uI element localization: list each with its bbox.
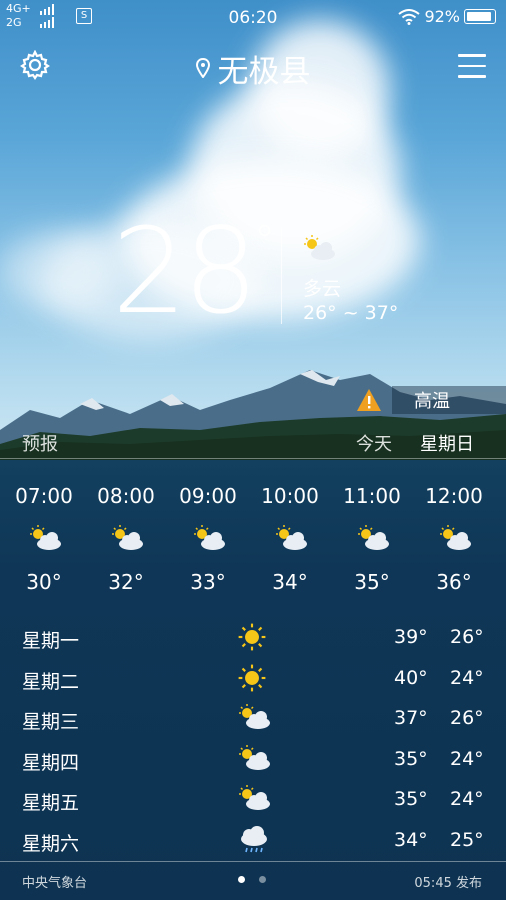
location-pin-icon: [195, 58, 210, 78]
location-title[interactable]: 无极县: [0, 46, 506, 91]
partly-sunny-icon: [236, 703, 272, 736]
forecast-label: 预报: [22, 434, 58, 455]
day-row[interactable]: 星期三 37° 26°: [0, 704, 506, 747]
divider: [0, 458, 506, 459]
location-name: 无极县: [217, 54, 311, 90]
day-high: 37°: [394, 707, 428, 729]
tab-today[interactable]: 今天: [356, 430, 392, 456]
data-source: 中央气象台: [22, 876, 88, 891]
partly-sunny-icon: [236, 784, 272, 817]
hour-item: 09:00 33°: [167, 484, 249, 594]
current-temperature: 28°: [112, 202, 275, 340]
hour-time: 07:00: [15, 484, 73, 508]
day-name: 星期五: [22, 792, 80, 814]
temperature-range: 26° ~ 37°: [303, 302, 399, 324]
day-high: 35°: [394, 747, 428, 770]
hour-item: 10:00 34°: [249, 484, 331, 594]
hour-item: 12:00 36°: [413, 484, 495, 594]
hour-time: 09:00: [179, 484, 237, 508]
divider: [281, 228, 282, 324]
header: 无极县: [0, 40, 506, 92]
day-high: 35°: [394, 788, 428, 810]
partly-sunny-icon: [273, 524, 309, 556]
day-name: 星期四: [22, 751, 80, 774]
publish-time: 05:45 发布: [414, 876, 482, 891]
day-low: 24°: [450, 788, 484, 810]
page-indicator[interactable]: [238, 876, 266, 883]
day-low: 24°: [450, 747, 484, 770]
day-name: 星期二: [22, 670, 80, 693]
day-low: 24°: [450, 666, 484, 689]
hour-temp: 32°: [108, 570, 144, 594]
hour-temp: 35°: [354, 570, 390, 594]
partly-sunny-icon: [355, 524, 391, 556]
hour-item: 08:00 32°: [85, 484, 167, 594]
warning-triangle-icon: [357, 389, 381, 411]
partly-sunny-icon: [27, 524, 63, 556]
tab-weekday[interactable]: 星期日: [420, 430, 474, 456]
current-condition: 多云: [303, 278, 342, 300]
day-name: 星期一: [22, 630, 80, 652]
hour-time: 12:00: [425, 484, 483, 508]
rain-cloud-icon: [236, 825, 272, 862]
day-low: 25°: [450, 828, 484, 851]
day-low: 26°: [450, 626, 484, 648]
status-bar: 4G+ 2G S 06:20 92%: [0, 0, 506, 34]
hour-temp: 33°: [190, 570, 226, 594]
battery-icon: [464, 9, 496, 24]
menu-icon[interactable]: [458, 54, 486, 78]
hour-item: 07:00 30°: [3, 484, 85, 594]
day-row[interactable]: 星期四 35° 24°: [0, 744, 506, 788]
hour-item: 11:00 35°: [331, 484, 413, 594]
partly-sunny-icon: [109, 524, 145, 556]
page-dot-1[interactable]: [238, 876, 245, 883]
degree-sign: °: [254, 216, 275, 265]
partly-sunny-icon: [191, 524, 227, 556]
footer: 中央气象台 05:45 发布: [0, 862, 506, 900]
forecast-tabs: 预报 今天 星期日: [0, 430, 506, 456]
day-high: 39°: [394, 626, 428, 648]
partly-sunny-icon: [301, 234, 337, 266]
hour-time: 11:00: [343, 484, 401, 508]
battery-percent: 92%: [424, 7, 460, 26]
day-row[interactable]: 星期一 39° 26°: [0, 623, 506, 666]
wifi-icon: [398, 8, 421, 25]
day-row[interactable]: 星期五 35° 24°: [0, 785, 506, 828]
day-row[interactable]: 星期二 40° 24°: [0, 664, 506, 707]
day-low: 26°: [450, 707, 484, 729]
hour-time: 08:00: [97, 484, 155, 508]
page-dot-2[interactable]: [259, 876, 266, 883]
hour-time: 10:00: [261, 484, 319, 508]
day-name: 星期六: [22, 832, 80, 855]
day-high: 34°: [394, 828, 428, 851]
sun-icon: [236, 663, 268, 698]
hour-temp: 34°: [272, 570, 308, 594]
hour-temp: 36°: [436, 570, 472, 594]
alert-label: 高温: [414, 391, 450, 412]
day-high: 40°: [394, 666, 428, 689]
partly-sunny-icon: [236, 744, 272, 777]
partly-sunny-icon: [437, 524, 473, 556]
heat-alert[interactable]: 高温: [356, 386, 506, 414]
day-name: 星期三: [22, 711, 80, 733]
hour-temp: 30°: [26, 570, 62, 594]
sun-icon: [236, 622, 268, 657]
